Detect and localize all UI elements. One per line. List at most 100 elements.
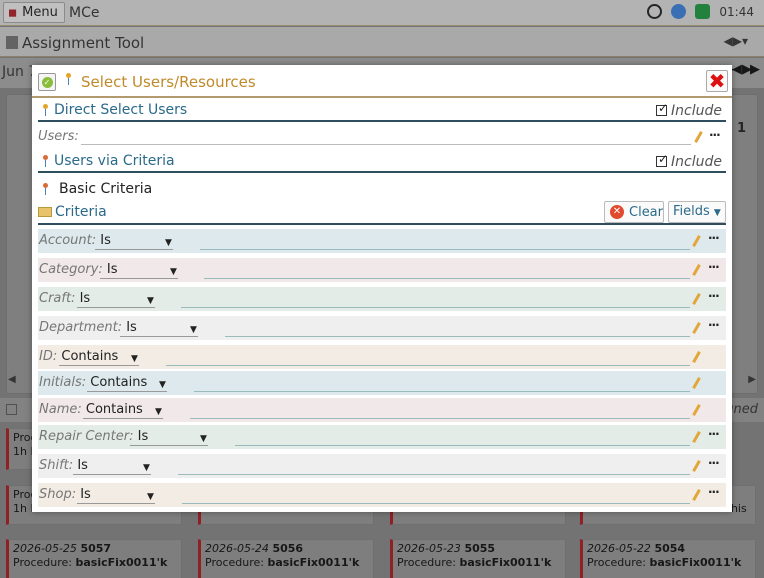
dropdown-arrow-icon[interactable]: ▼ (131, 354, 138, 364)
confirm-button[interactable]: ✓ (38, 73, 56, 91)
operator-underline (73, 474, 151, 475)
operator-select[interactable]: Is (107, 262, 118, 277)
checkmark-icon: ✓ (41, 76, 53, 88)
dialog-title: Select Users/Resources (81, 73, 256, 91)
operator-select[interactable]: Is (80, 291, 91, 306)
pencil-icon[interactable] (692, 377, 701, 389)
include-checkbox-icon (656, 152, 668, 167)
fields-dropdown[interactable]: Fields ▼ (668, 201, 726, 223)
pencil-icon[interactable] (692, 404, 701, 416)
dropdown-arrow-icon[interactable]: ▼ (190, 325, 197, 335)
criteria-label: Shift: Is (39, 458, 88, 473)
criteria-label: ID: Contains (39, 349, 119, 364)
dropdown-arrow-icon[interactable]: ▼ (170, 267, 177, 277)
operator-select[interactable]: Contains (61, 349, 118, 364)
criteria-label: Category: Is (39, 262, 118, 277)
criteria-value-input[interactable] (182, 503, 690, 504)
pencil-icon[interactable] (692, 264, 701, 276)
pencil-icon[interactable] (692, 460, 701, 472)
criteria-value-input[interactable] (204, 278, 690, 279)
basic-criteria-row: Basic Criteria (38, 180, 726, 200)
criteria-value-input[interactable] (181, 307, 690, 308)
criteria-value-input[interactable] (194, 391, 690, 392)
operator-select[interactable]: Is (138, 429, 149, 444)
more-options-icon[interactable]: ··· (708, 260, 720, 274)
operator-select[interactable]: Is (77, 458, 88, 473)
more-options-icon[interactable]: ··· (708, 289, 720, 303)
criteria-value-input[interactable] (190, 418, 690, 419)
criteria-label: Craft: Is (39, 291, 91, 306)
criteria-value-input[interactable] (178, 474, 690, 475)
pencil-icon[interactable] (692, 322, 701, 334)
criteria-label: Shop: Is (39, 487, 91, 502)
criteria-row-name: Name: Contains ▼ (38, 398, 726, 422)
operator-underline (59, 365, 139, 366)
fields-label: Fields (673, 204, 710, 219)
pencil-icon[interactable] (692, 431, 701, 443)
more-options-icon[interactable]: ··· (708, 456, 720, 470)
folder-icon (38, 207, 52, 217)
operator-select[interactable]: Contains (90, 375, 147, 390)
operator-select[interactable]: Contains (86, 402, 143, 417)
criteria-value-input[interactable] (225, 336, 690, 337)
pencil-icon[interactable] (692, 293, 701, 305)
more-options-icon[interactable]: ··· (708, 427, 720, 441)
pencil-icon[interactable] (694, 131, 703, 143)
operator-underline (95, 249, 173, 250)
include-label: Include (671, 103, 722, 119)
pencil-icon[interactable] (692, 235, 701, 247)
pencil-icon[interactable] (692, 351, 701, 363)
direct-select-section: Direct Select Users Include (38, 100, 726, 122)
criteria-value-input[interactable] (200, 249, 690, 250)
dropdown-arrow-icon[interactable]: ▼ (155, 407, 162, 417)
dropdown-arrow-icon[interactable]: ▼ (159, 380, 166, 390)
operator-underline (100, 278, 178, 279)
operator-underline (120, 336, 198, 337)
operator-select[interactable]: Is (80, 487, 91, 502)
include-toggle[interactable]: Include (656, 101, 722, 119)
dropdown-arrow-icon[interactable]: ▼ (147, 492, 154, 502)
users-field-row: Users: ··· (38, 128, 726, 148)
criteria-row-shop: Shop: Is ▼ ··· (38, 483, 726, 507)
criteria-value-input[interactable] (166, 365, 690, 366)
users-input[interactable] (81, 144, 691, 145)
operator-underline (87, 391, 167, 392)
clear-button[interactable]: ✕ Clear (604, 201, 664, 223)
pushpin-icon (42, 183, 49, 195)
criteria-row-account: Account: Is ▼ ··· (38, 229, 726, 253)
close-button[interactable]: ✖ (706, 70, 728, 92)
pushpin-icon (42, 155, 49, 167)
criteria-label: Account: Is (39, 233, 111, 248)
more-options-icon[interactable]: ··· (708, 318, 720, 332)
include-checkbox-icon (656, 101, 668, 116)
operator-select[interactable]: Is (126, 320, 137, 335)
include-toggle[interactable]: Include (656, 152, 722, 170)
pushpin-icon (65, 73, 72, 85)
include-label: Include (671, 154, 722, 170)
operator-underline (77, 307, 155, 308)
criteria-row-craft: Craft: Is ▼ ··· (38, 287, 726, 311)
section-title: Direct Select Users (54, 102, 188, 118)
section-title: Users via Criteria (54, 153, 175, 169)
dropdown-arrow-icon[interactable]: ▼ (147, 296, 154, 306)
criteria-value-input[interactable] (235, 445, 690, 446)
chevron-down-icon: ▼ (713, 208, 721, 218)
dropdown-arrow-icon[interactable]: ▼ (165, 238, 172, 248)
criteria-label: Department: Is (39, 320, 137, 335)
operator-underline (83, 418, 163, 419)
more-options-icon[interactable]: ··· (708, 231, 720, 245)
dropdown-arrow-icon[interactable]: ▼ (200, 434, 207, 444)
more-options-icon[interactable]: ··· (708, 485, 720, 499)
more-options-icon[interactable]: ··· (709, 128, 721, 142)
operator-select[interactable]: Is (100, 233, 111, 248)
dialog-header: ✓ Select Users/Resources ✖ (32, 65, 732, 98)
criteria-row-id: ID: Contains ▼ (38, 345, 726, 369)
criteria-title: Criteria (55, 204, 107, 220)
pencil-icon[interactable] (692, 489, 701, 501)
pushpin-icon (42, 104, 49, 116)
criteria-header: Criteria ✕ Clear Fields ▼ (38, 200, 726, 225)
criteria-row-initials: Initials: Contains ▼ (38, 371, 726, 395)
clear-label: Clear (629, 204, 663, 220)
users-label: Users: (38, 129, 79, 144)
dropdown-arrow-icon[interactable]: ▼ (143, 463, 150, 473)
